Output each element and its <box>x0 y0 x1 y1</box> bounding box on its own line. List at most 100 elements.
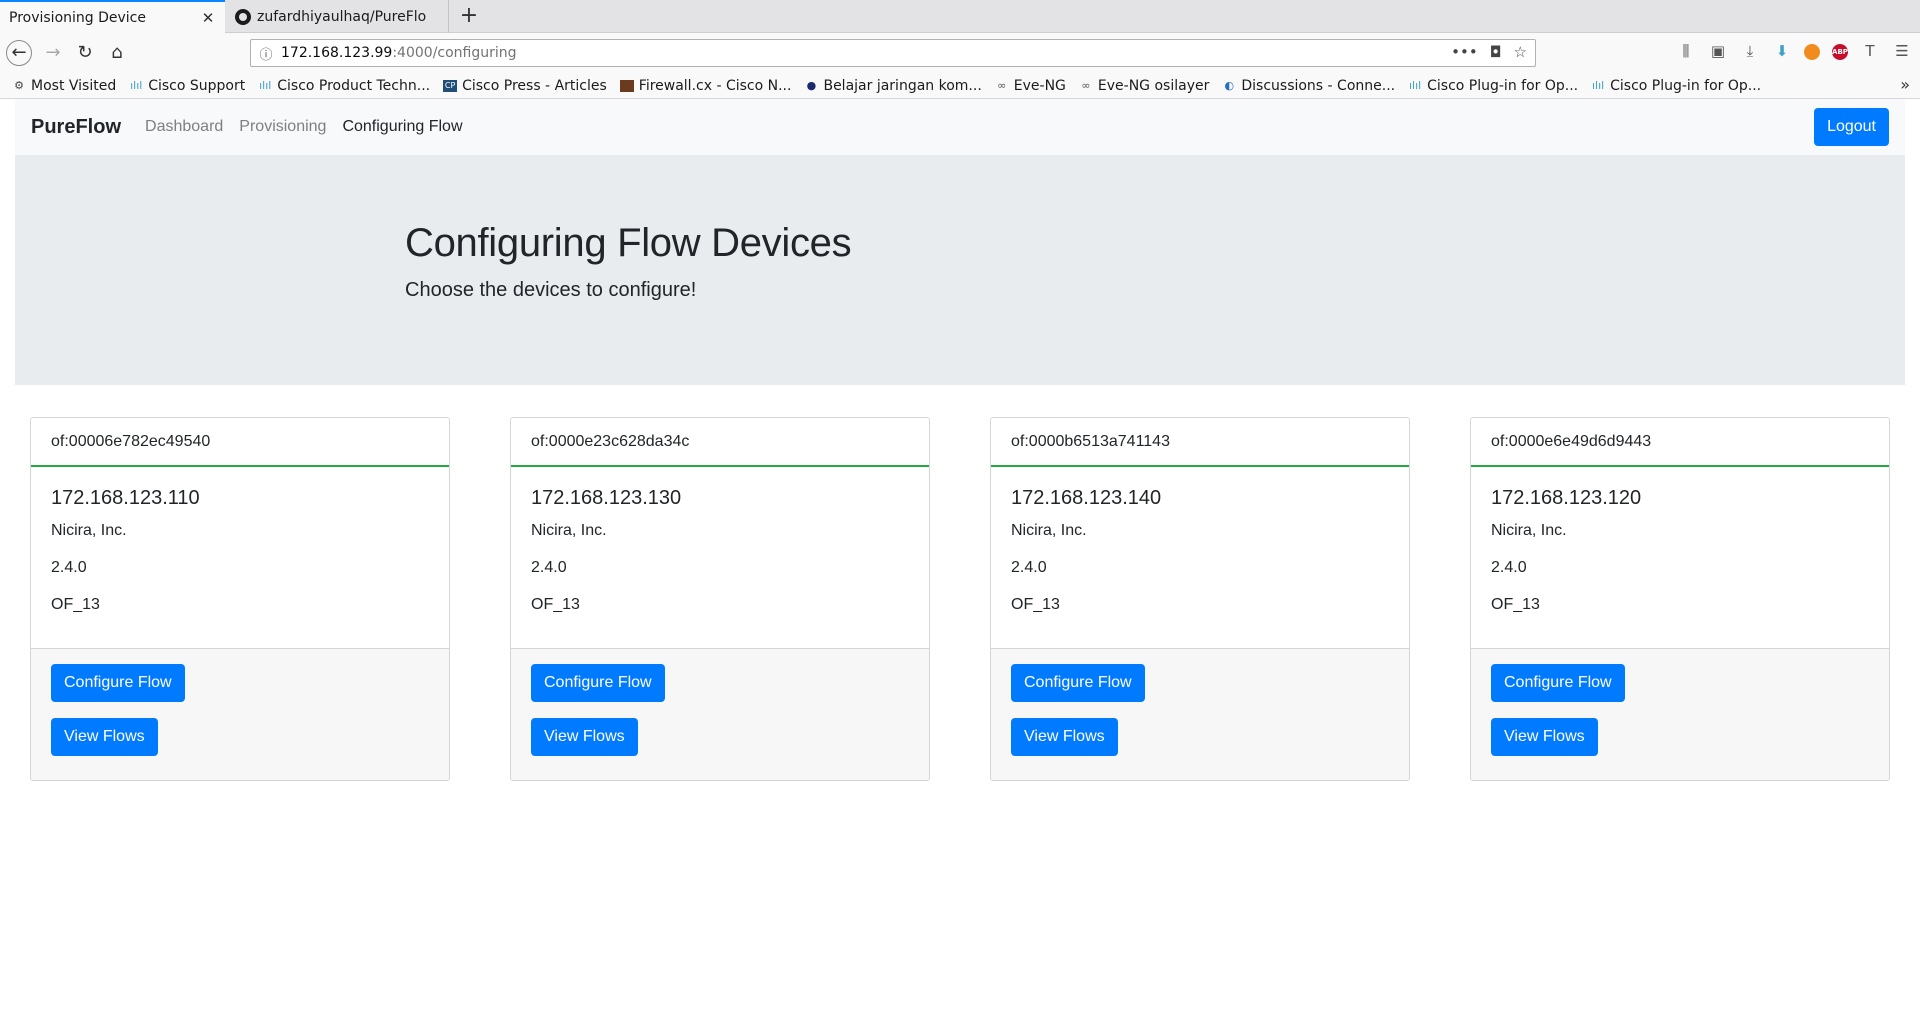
arrow-right-icon: → <box>45 42 61 63</box>
logout-button[interactable]: Logout <box>1814 108 1889 146</box>
device-card: of:00006e782ec49540 172.168.123.110 Nici… <box>30 417 450 781</box>
device-version: 2.4.0 <box>51 559 87 576</box>
configure-flow-button[interactable]: Configure Flow <box>1011 664 1145 702</box>
bookmark-star-icon[interactable]: ☆ <box>1514 43 1527 61</box>
bookmark-cisco-press[interactable]: CP Cisco Press - Articles <box>443 78 607 94</box>
device-vendor: Nicira, Inc. <box>51 522 127 539</box>
view-flows-button[interactable]: View Flows <box>1011 718 1118 756</box>
gear-icon: ⚙ <box>14 78 24 92</box>
card-body: 172.168.123.120 Nicira, Inc. 2.4.0 OF_13 <box>1471 467 1889 648</box>
adblock-icon[interactable]: ABP <box>1832 44 1848 60</box>
device-id: of:0000e6e49d6d9443 <box>1471 418 1889 467</box>
view-flows-button[interactable]: View Flows <box>531 718 638 756</box>
device-protocol: OF_13 <box>1491 596 1540 613</box>
url-actions: ••• ◘ ☆ <box>1451 43 1527 61</box>
browser-toolbar: ← → ↻ ⌂ ⓘ 172.168.123.99:4000/configurin… <box>0 33 1920 73</box>
jumbotron: Configuring Flow Devices Choose the devi… <box>15 155 1905 385</box>
chevron-right-icon[interactable]: » <box>1900 75 1910 94</box>
device-protocol: OF_13 <box>531 596 580 613</box>
bookmark-discussions[interactable]: ◐ Discussions - Conne... <box>1222 78 1396 94</box>
info-icon[interactable]: ⓘ <box>251 44 281 63</box>
bookmark-eve-ng-osilayer[interactable]: ∞ Eve-NG osilayer <box>1079 78 1209 94</box>
cisco-icon: ılıl <box>1591 78 1605 92</box>
menu-icon[interactable]: ☰ <box>1892 42 1912 60</box>
nav-configuring-flow[interactable]: Configuring Flow <box>342 118 462 136</box>
device-cards: of:00006e782ec49540 172.168.123.110 Nici… <box>30 417 1890 782</box>
nav-dashboard[interactable]: Dashboard <box>145 118 223 136</box>
device-protocol: OF_13 <box>51 596 100 613</box>
device-vendor: Nicira, Inc. <box>531 522 607 539</box>
bookmark-cisco-support[interactable]: ılıl Cisco Support <box>129 78 245 94</box>
device-card: of:0000e23c628da34c 172.168.123.130 Nici… <box>510 417 930 781</box>
forward-button[interactable]: → <box>40 40 66 66</box>
app-navbar: PureFlow Dashboard Provisioning Configur… <box>15 99 1905 155</box>
new-tab-button[interactable]: + <box>454 2 484 31</box>
firewall-icon <box>619 79 634 92</box>
url-path: :4000/configuring <box>392 45 517 61</box>
tab-provisioning-device[interactable]: Provisioning Device ✕ <box>0 0 225 33</box>
url-host: 172.168.123.99 <box>281 45 393 61</box>
configure-flow-button[interactable]: Configure Flow <box>1491 664 1625 702</box>
pocket-icon[interactable]: ◘ <box>1490 43 1502 61</box>
github-icon <box>235 8 251 25</box>
device-card: of:0000e6e49d6d9443 172.168.123.120 Nici… <box>1470 417 1890 781</box>
bookmarks-bar: ⚙ Most Visited ılıl Cisco Support ılıl Cisc… <box>0 73 1920 99</box>
tab-github[interactable]: zufardhiyaulhaq/PureFlo <box>226 0 449 33</box>
library-icon[interactable]: ⫼ <box>1676 42 1696 60</box>
device-ip: 172.168.123.110 <box>51 487 200 509</box>
device-vendor: Nicira, Inc. <box>1491 522 1567 539</box>
card-body: 172.168.123.140 Nicira, Inc. 2.4.0 OF_13 <box>991 467 1409 648</box>
device-ip: 172.168.123.130 <box>531 487 682 509</box>
bookmark-eve-ng[interactable]: ∞ Eve-NG <box>995 78 1066 94</box>
device-id: of:0000b6513a741143 <box>991 418 1409 467</box>
home-button[interactable]: ⌂ <box>104 40 130 66</box>
configure-flow-button[interactable]: Configure Flow <box>51 664 185 702</box>
device-card: of:0000b6513a741143 172.168.123.140 Nici… <box>990 417 1410 781</box>
card-footer: Configure Flow View Flows <box>31 648 449 780</box>
reload-button[interactable]: ↻ <box>72 40 98 66</box>
card-body: 172.168.123.130 Nicira, Inc. 2.4.0 OF_13 <box>511 467 929 648</box>
card-body: 172.168.123.110 Nicira, Inc. 2.4.0 OF_13 <box>31 467 449 648</box>
card-footer: Configure Flow View Flows <box>511 648 929 780</box>
bookmark-firewall[interactable]: Firewall.cx - Cisco N... <box>619 78 791 94</box>
brand-logo[interactable]: PureFlow <box>31 116 121 139</box>
bookmark-most-visited[interactable]: ⚙ Most Visited <box>12 78 116 94</box>
nav-provisioning[interactable]: Provisioning <box>239 118 326 136</box>
cisco-icon: ılıl <box>1408 78 1422 92</box>
device-protocol: OF_13 <box>1011 596 1060 613</box>
close-icon[interactable]: ✕ <box>200 9 216 27</box>
arrow-left-icon: ← <box>11 42 27 63</box>
device-id: of:00006e782ec49540 <box>31 418 449 467</box>
card-footer: Configure Flow View Flows <box>991 648 1409 780</box>
configure-flow-button[interactable]: Configure Flow <box>531 664 665 702</box>
more-actions-icon[interactable]: ••• <box>1451 43 1478 61</box>
extension-orange-icon[interactable] <box>1804 44 1820 60</box>
toolbar-right: ⫼ ▣ ⤓ ⬇ ABP T ☰ <box>1676 42 1912 60</box>
device-version: 2.4.0 <box>1011 559 1047 576</box>
download-icon[interactable]: ⤓ <box>1740 42 1760 60</box>
save-page-icon[interactable]: ⬇ <box>1772 42 1792 60</box>
device-id: of:0000e23c628da34c <box>511 418 929 467</box>
device-version: 2.4.0 <box>1491 559 1527 576</box>
view-flows-button[interactable]: View Flows <box>1491 718 1598 756</box>
url-bar[interactable]: ⓘ 172.168.123.99:4000/configuring ••• ◘ … <box>250 39 1536 67</box>
cisco-icon: ılıl <box>259 78 272 92</box>
reload-icon: ↻ <box>77 42 93 63</box>
web-page: PureFlow Dashboard Provisioning Configur… <box>15 99 1905 1017</box>
bookmark-cisco-product[interactable]: ılıl Cisco Product Techn... <box>258 78 430 94</box>
card-footer: Configure Flow View Flows <box>1471 648 1889 780</box>
tab-title: zufardhiyaulhaq/PureFlo <box>257 8 427 25</box>
device-ip: 172.168.123.140 <box>1011 487 1162 509</box>
bookmark-cisco-plugin-2[interactable]: ılıl Cisco Plug-in for Op... <box>1591 78 1761 94</box>
bookmark-cisco-plugin-1[interactable]: ılıl Cisco Plug-in for Op... <box>1408 78 1578 94</box>
browser-tab-bar: Provisioning Device ✕ zufardhiyaulhaq/Pu… <box>0 0 1920 33</box>
bookmark-belajar[interactable]: ● Belajar jaringan kom... <box>804 78 982 94</box>
sidebar-icon[interactable]: ▣ <box>1708 42 1728 60</box>
device-ip: 172.168.123.120 <box>1491 487 1642 509</box>
cp-icon: CP <box>443 79 458 92</box>
text-extension-icon[interactable]: T <box>1860 42 1880 60</box>
back-button[interactable]: ← <box>6 40 32 66</box>
view-flows-button[interactable]: View Flows <box>51 718 158 756</box>
tab-title: Provisioning Device <box>9 9 146 26</box>
page-title: Configuring Flow Devices <box>405 221 852 265</box>
